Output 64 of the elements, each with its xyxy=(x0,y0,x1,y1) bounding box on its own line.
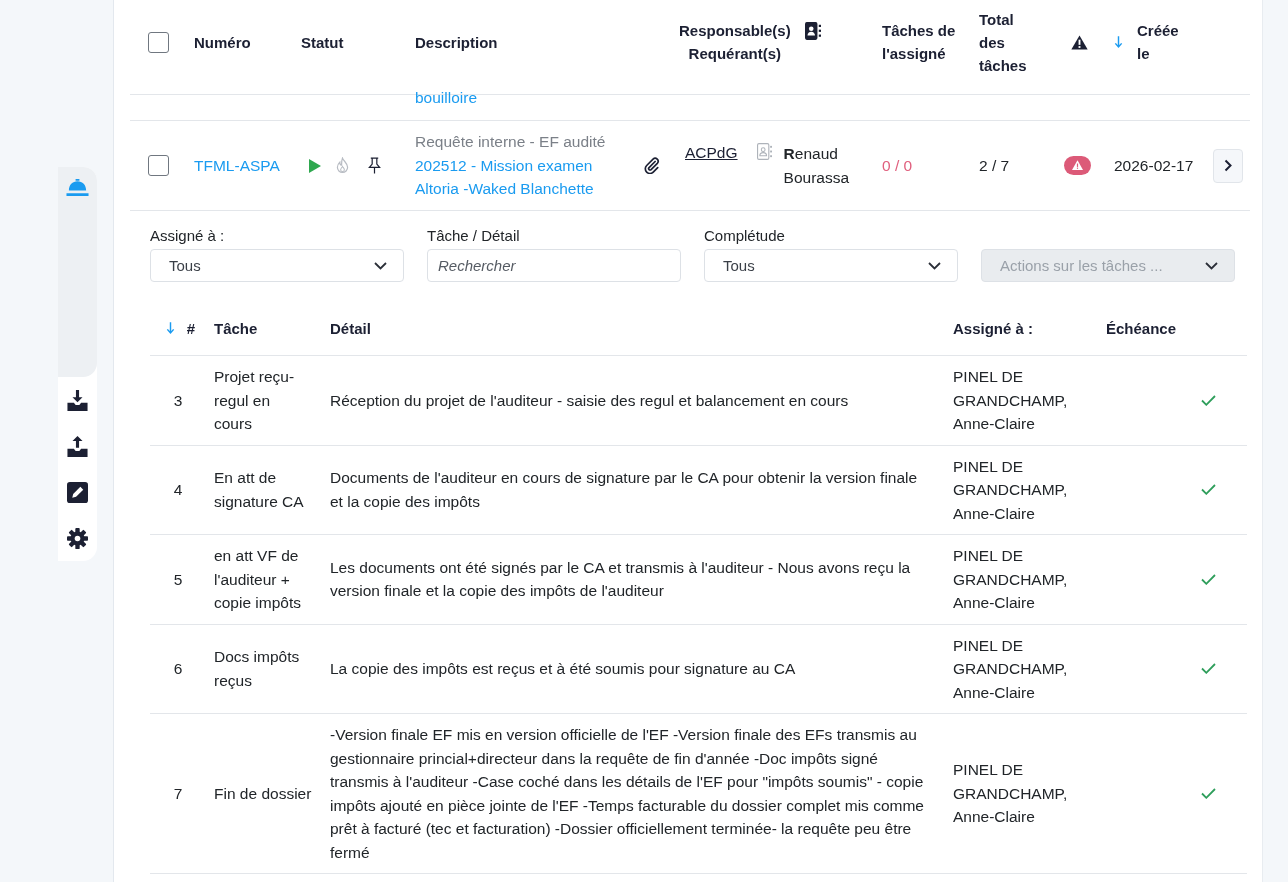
chevron-down-icon xyxy=(928,261,941,270)
service-bell-icon xyxy=(66,176,89,198)
created-date: 2026-02-17 xyxy=(1114,156,1194,175)
row-checkbox[interactable] xyxy=(148,155,169,176)
chevron-down-icon xyxy=(374,261,387,270)
column-header[interactable]: Total des tâches xyxy=(979,7,1037,77)
play-icon[interactable] xyxy=(309,158,321,173)
chevron-down-icon xyxy=(1205,261,1218,270)
download-tray-icon xyxy=(66,389,89,411)
column-header[interactable]: Description xyxy=(415,30,498,54)
task-detail: -Version finale EF mis en version officielle de l'EF -Version finale des EFs transmis au gestionnaire princial+directeur dans la requête de fin d'année -Doc impôts signé transmis à l'auditeur -Case coché dans les détails de l'EF pour "impôts soumis" - copie impôts ajouté en pièce jointe de l'EF -Temps facturable du dossier complet mis comme prêt à facturé (tec et facturation) -Dossier officiellement terminée- la requête peu être fermé xyxy=(330,725,925,863)
column-header[interactable]: Créée le xyxy=(1114,19,1187,65)
task-detail: Documents de l'auditeur en cours de signature par le CA pour obtenir la version finale et la copie des impôts xyxy=(330,468,919,512)
warning-column-header[interactable] xyxy=(1071,34,1088,50)
column-header[interactable]: Échéance xyxy=(1106,316,1177,340)
column-header[interactable]: Statut xyxy=(301,30,344,54)
column-header[interactable]: Assigné à : xyxy=(953,316,1034,340)
task-number: 5 xyxy=(173,569,183,590)
column-header[interactable]: Détail xyxy=(330,316,371,340)
task-name: En att de signature CA xyxy=(214,468,305,512)
task-name: en att VF de l'auditeur + copie impôts xyxy=(214,546,302,613)
chevron-right-icon xyxy=(1224,159,1232,172)
warning-icon xyxy=(1071,34,1088,50)
task-name: Docs impôts reçus xyxy=(214,647,301,691)
search-field[interactable]: Rechercher xyxy=(427,249,681,282)
settings-icon xyxy=(66,527,89,549)
expand-button[interactable] xyxy=(1213,148,1243,183)
task-detail: La copie des impôts est reçus et à été soumis pour signature au CA xyxy=(330,659,796,679)
assignee-name: PINEL DE GRANDCHAMP, Anne-Claire xyxy=(953,456,1069,524)
requester-name: Renaud Bourassa xyxy=(783,144,851,188)
assignee-name: PINEL DE GRANDCHAMP, Anne-Claire xyxy=(953,635,1069,703)
edit-icon xyxy=(66,481,89,503)
filter-label: Tâche / Détail xyxy=(427,226,521,246)
paperclip-icon[interactable] xyxy=(644,157,660,174)
assignee-task-count: 0 / 0 xyxy=(882,156,913,175)
pushpin-icon[interactable] xyxy=(368,157,381,174)
column-header[interactable]: # xyxy=(165,316,196,340)
task-number: 7 xyxy=(173,783,183,804)
column-header[interactable]: Responsable(s) Requérant(s) xyxy=(679,19,791,65)
task-number: 4 xyxy=(173,480,183,500)
assignee-name: PINEL DE GRANDCHAMP, Anne-Claire xyxy=(953,760,1069,828)
dropdown[interactable]: Tous xyxy=(150,249,404,282)
responsible-link[interactable]: ACPdG xyxy=(685,143,738,163)
request-type: Requête interne - EF audité xyxy=(415,132,607,153)
sort-arrow-icon xyxy=(165,321,175,335)
filter-label: Complétude xyxy=(704,226,786,246)
task-number: 3 xyxy=(173,390,183,411)
column-header[interactable]: Tâches de l'assigné xyxy=(882,19,968,65)
upload-tray-icon xyxy=(66,435,89,457)
task-name: Projet reçu-regul en cours xyxy=(214,367,296,434)
assignee-name: PINEL DE GRANDCHAMP, Anne-Claire xyxy=(953,367,1069,434)
task-detail: Réception du projet de l'auditeur - saisie des regul et balancement en cours xyxy=(330,390,849,411)
filter-label: Assigné à : xyxy=(150,226,226,246)
task-detail: Les documents ont été signés par le CA et transmis à l'auditeur - Nous avons reçu la version finale et la copie des impôts de l'auditeur xyxy=(330,557,912,602)
dropdown[interactable]: Tous xyxy=(704,249,958,282)
assignee-name: PINEL DE GRANDCHAMP, Anne-Claire xyxy=(953,546,1069,613)
task-number: 6 xyxy=(173,659,183,679)
total-task-count: 2 / 7 xyxy=(979,156,1010,175)
sort-arrow-icon xyxy=(1114,35,1123,49)
contact-book-icon[interactable] xyxy=(804,22,821,40)
column-header[interactable]: Numéro xyxy=(194,30,251,54)
task-name: Fin de dossier xyxy=(214,783,312,804)
select-all-checkbox[interactable] xyxy=(148,31,169,53)
column-header[interactable]: Tâche xyxy=(214,316,258,340)
